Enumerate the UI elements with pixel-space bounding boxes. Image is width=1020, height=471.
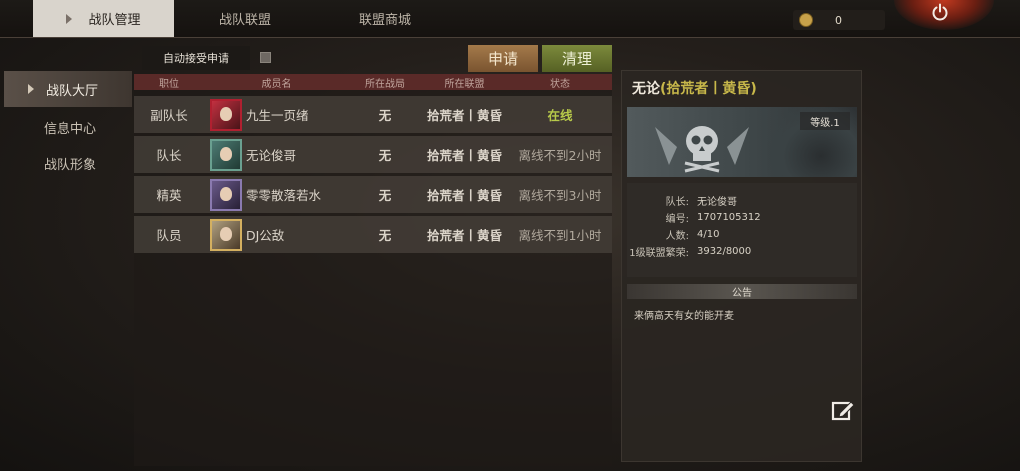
member-battle: 无: [378, 188, 392, 203]
edit-notice-button[interactable]: [830, 398, 856, 422]
skull-emblem-icon: [655, 126, 749, 173]
currency-display: 0: [793, 10, 885, 30]
member-name-cell: 零零散落若水: [204, 176, 349, 213]
tab-label: 联盟商城: [358, 13, 411, 28]
member-alliance: 拾荒者丨黄昏: [426, 108, 502, 123]
avatar[interactable]: [210, 178, 242, 211]
team-info-box: 队长: 无论俊哥 编号: 1707105312 人数: 4/10 1级联盟繁荣:…: [627, 183, 857, 277]
sidebar-item-label: 战队大厅: [46, 83, 99, 99]
info-value: 无论俊哥: [697, 197, 737, 208]
table-row[interactable]: 副队长 九生一页绪 无 拾荒者丨黄昏 在线: [134, 96, 612, 133]
info-row-members: 人数: 4/10: [627, 226, 857, 243]
avatar[interactable]: [210, 218, 242, 251]
tab-label: 战队管理: [88, 13, 141, 28]
member-name: 无论俊哥: [246, 148, 297, 163]
avatar[interactable]: [210, 138, 242, 171]
info-label: 队长:: [665, 197, 689, 208]
tab-arrow-icon: [66, 13, 73, 24]
member-name: 零零散落若水: [246, 188, 322, 203]
member-position: 精英: [156, 188, 182, 203]
member-battle: 无: [378, 108, 392, 123]
power-button[interactable]: [926, 0, 954, 24]
member-status: 离线不到2小时: [518, 148, 602, 163]
member-battle: 无: [378, 228, 392, 243]
table-header: 职位 成员名 所在战局 所在联盟 状态: [134, 74, 612, 90]
header-battle: 所在战局: [365, 78, 405, 90]
sidebar-item-label: 信息中心: [44, 121, 97, 137]
header-status: 状态: [550, 78, 570, 90]
member-alliance: 拾荒者丨黄昏: [426, 228, 502, 243]
member-status: 离线不到3小时: [518, 188, 602, 203]
clear-button[interactable]: 清理: [542, 45, 612, 72]
header-name: 成员名: [261, 78, 292, 90]
info-row-leader: 队长: 无论俊哥: [627, 192, 857, 209]
auto-accept-checkbox[interactable]: [260, 52, 271, 63]
coin-icon: [799, 13, 813, 27]
sidebar-item-team-hall[interactable]: 战队大厅: [4, 71, 132, 107]
member-name: 九生一页绪: [246, 108, 309, 123]
member-status: 在线: [547, 108, 573, 123]
team-title: 无论 (拾荒者丨黄昏): [632, 78, 757, 98]
sidebar-arrow-icon: [28, 84, 34, 94]
info-label: 人数:: [665, 231, 689, 242]
info-value: 3932/8000: [697, 246, 752, 257]
member-name-cell: DJ公敌: [204, 216, 349, 253]
notice-text: 来俩高天有女的能开麦: [634, 311, 734, 322]
power-icon: [932, 3, 948, 21]
currency-value: 0: [835, 13, 842, 27]
header-alliance: 所在联盟: [444, 78, 485, 90]
member-position: 队员: [156, 228, 182, 243]
auto-accept-label: 自动接受申请: [142, 46, 250, 70]
apply-button[interactable]: 申请: [468, 45, 538, 72]
sidebar-item-label: 战队形象: [44, 157, 97, 173]
info-value: 4/10: [697, 229, 720, 240]
info-row-prosperity: 1级联盟繁荣: 3932/8000: [627, 243, 857, 260]
notice-header: 公告: [627, 284, 857, 299]
info-row-id: 编号: 1707105312: [627, 209, 857, 226]
member-position: 副队长: [150, 108, 188, 123]
member-alliance: 拾荒者丨黄昏: [426, 188, 502, 203]
sidebar-item-team-image[interactable]: 战队形象: [4, 145, 132, 181]
info-label: 编号:: [665, 214, 689, 225]
member-name-cell: 九生一页绪: [204, 96, 349, 133]
member-position: 队长: [156, 148, 182, 163]
info-label: 1级联盟繁荣:: [629, 248, 689, 259]
sidebar-item-info-center[interactable]: 信息中心: [4, 109, 132, 145]
table-row[interactable]: 队长 无论俊哥 无 拾荒者丨黄昏 离线不到2小时: [134, 136, 612, 173]
team-alliance-tag: (拾荒者丨黄昏): [660, 81, 757, 97]
member-name-cell: 无论俊哥: [204, 136, 349, 173]
tab-label: 战队联盟: [218, 13, 271, 28]
tab-alliance-shop[interactable]: 联盟商城: [320, 0, 450, 37]
member-battle: 无: [378, 148, 392, 163]
edit-icon: [831, 401, 855, 421]
team-level-badge: 等级.1: [800, 112, 850, 130]
avatar[interactable]: [210, 98, 242, 131]
tab-team-management[interactable]: 战队管理: [33, 0, 174, 37]
table-row[interactable]: 精英 零零散落若水 无 拾荒者丨黄昏 离线不到3小时: [134, 176, 612, 213]
table-row[interactable]: 队员 DJ公敌 无 拾荒者丨黄昏 离线不到1小时: [134, 216, 612, 253]
member-name: DJ公敌: [246, 228, 285, 243]
header-position: 职位: [159, 78, 179, 90]
member-alliance: 拾荒者丨黄昏: [426, 148, 502, 163]
info-value: 1707105312: [697, 212, 761, 223]
team-name: 无论: [632, 81, 660, 97]
tab-team-alliance[interactable]: 战队联盟: [180, 0, 310, 37]
member-status: 离线不到1小时: [518, 228, 602, 243]
